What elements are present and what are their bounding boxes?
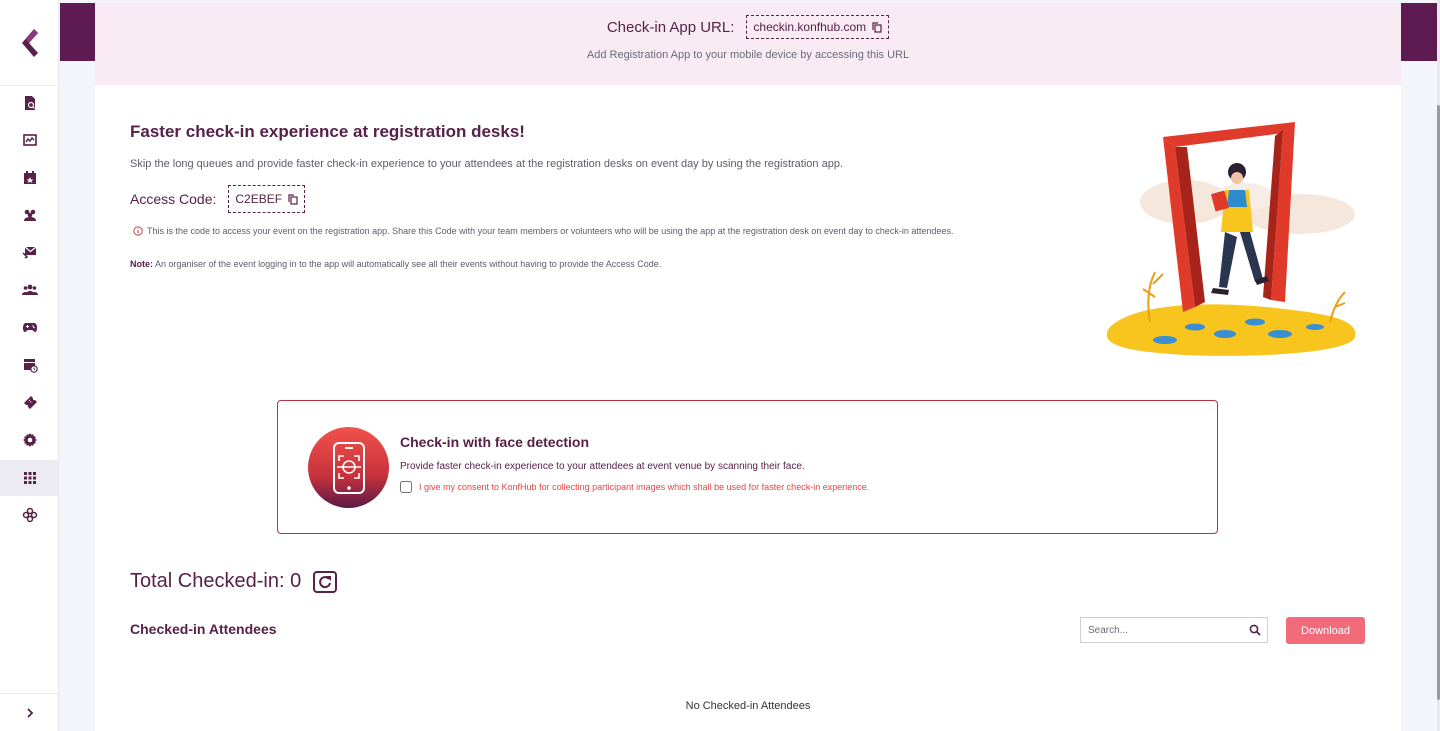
- sidebar-item-events[interactable]: [0, 160, 59, 196]
- organiser-note: Note: An organiser of the event logging …: [130, 259, 661, 269]
- sidebar-item-settings[interactable]: [0, 422, 59, 458]
- consent-text: I give my consent to KonfHub for collect…: [419, 482, 870, 492]
- access-code-value: C2EBEF: [235, 192, 283, 206]
- checkin-url-subtitle: Add Registration App to your mobile devi…: [586, 49, 910, 61]
- search-input[interactable]: [1081, 624, 1241, 636]
- note-label: Note:: [130, 259, 153, 269]
- sidebar-item-schedule[interactable]: [0, 347, 59, 383]
- integrations-icon: [22, 507, 37, 523]
- phone-face-scan-icon: [332, 441, 365, 494]
- total-checked-in-row: Total Checked-in: 0: [130, 570, 338, 593]
- sidebar-item-analytics[interactable]: [0, 122, 59, 158]
- calendar-clock-icon: [23, 359, 38, 373]
- ticket-icon: [23, 396, 37, 409]
- accent-bar-left: [60, 3, 95, 61]
- apps-grid-icon: [23, 472, 36, 484]
- access-code-row: Access Code: C2EBEF: [130, 185, 306, 213]
- checkin-url-box[interactable]: checkin.konfhub.com: [746, 15, 890, 39]
- email-share-icon: [21, 246, 36, 259]
- access-code-box[interactable]: C2EBEF: [228, 185, 306, 213]
- copy-icon[interactable]: [288, 193, 298, 205]
- checked-in-attendees-title: Checked-in Attendees: [130, 621, 277, 637]
- note-text: An organiser of the event logging in to …: [155, 259, 662, 269]
- download-button[interactable]: Download: [1286, 617, 1365, 644]
- page-title: Faster check-in experience at registrati…: [130, 122, 525, 141]
- konfhub-logo[interactable]: [0, 0, 58, 86]
- sidebar-item-games[interactable]: [0, 309, 59, 345]
- main-content: Check-in App URL: checkin.konfhub.com Ad…: [95, 3, 1401, 731]
- face-detection-badge: [308, 427, 389, 508]
- sidebar-item-report[interactable]: [0, 85, 59, 121]
- checkin-url-label: Check-in App URL:: [606, 18, 735, 36]
- access-code-label: Access Code:: [130, 191, 217, 207]
- checkin-url-value: checkin.konfhub.com: [753, 20, 867, 34]
- search-icon[interactable]: [1249, 624, 1261, 636]
- sidebar-item-tickets[interactable]: [0, 384, 59, 420]
- checkin-gate-illustration: [1106, 122, 1356, 356]
- total-checked-in-text: Total Checked-in: 0: [130, 570, 302, 592]
- attendee-search: [1080, 617, 1268, 643]
- sidebar-item-teams[interactable]: [0, 272, 59, 308]
- calendar-star-icon: [23, 171, 36, 184]
- face-detection-title: Check-in with face detection: [400, 434, 590, 450]
- konfhub-logo-icon: [22, 28, 38, 57]
- refresh-icon: [319, 575, 332, 588]
- analytics-icon: [22, 134, 37, 146]
- access-code-info-text: This is the code to access your event on…: [147, 226, 954, 236]
- copy-icon[interactable]: [872, 21, 882, 33]
- intro-description: Skip the long queues and provide faster …: [130, 158, 843, 170]
- chevron-right-icon: [26, 707, 33, 718]
- empty-state-text: No Checked-in Attendees: [685, 700, 811, 712]
- accent-bar-right: [1401, 3, 1437, 61]
- info-icon: [133, 226, 143, 236]
- sidebar-expand-button[interactable]: [0, 693, 59, 731]
- consent-checkbox[interactable]: [400, 481, 412, 493]
- checkin-url-banner: Check-in App URL: checkin.konfhub.com Ad…: [95, 3, 1401, 85]
- sidebar-item-apps[interactable]: [0, 460, 59, 496]
- users-icon: [23, 209, 36, 221]
- sidebar-item-integrations[interactable]: [0, 497, 59, 533]
- gear-icon: [22, 433, 37, 447]
- gamepad-icon: [22, 323, 37, 332]
- consent-row[interactable]: I give my consent to KonfHub for collect…: [400, 481, 869, 493]
- refresh-button[interactable]: [313, 570, 338, 593]
- face-detection-description: Provide faster check-in experience to yo…: [400, 461, 805, 472]
- access-code-info: This is the code to access your event on…: [133, 226, 953, 236]
- sidebar: [0, 0, 59, 731]
- sidebar-item-communication[interactable]: [0, 234, 59, 270]
- face-detection-card: Check-in with face detection Provide fas…: [277, 400, 1218, 534]
- sidebar-item-attendees[interactable]: [0, 197, 59, 233]
- group-icon: [21, 284, 38, 295]
- report-search-icon: [24, 96, 35, 110]
